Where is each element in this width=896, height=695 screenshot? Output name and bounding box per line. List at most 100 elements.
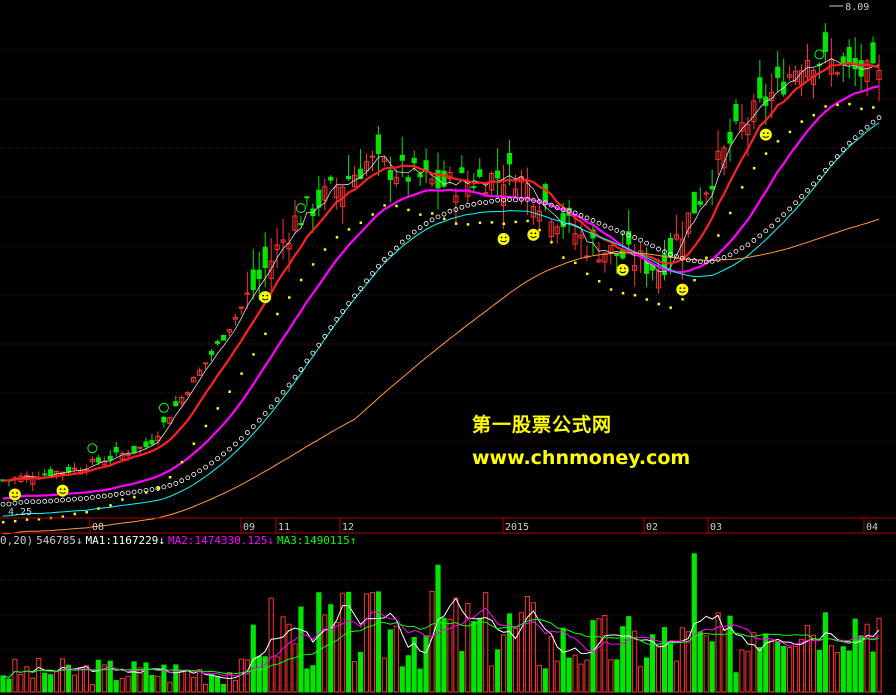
support-dot xyxy=(550,240,553,244)
candle-body xyxy=(316,189,322,208)
volume-bar xyxy=(417,668,423,693)
support-dot xyxy=(681,298,684,301)
support-dot xyxy=(13,519,17,523)
volume-bar xyxy=(775,640,781,693)
trend-circle xyxy=(191,472,197,477)
support-dot xyxy=(109,504,112,507)
trend-circle xyxy=(48,498,54,504)
trend-circle xyxy=(608,225,614,231)
support-dot xyxy=(133,495,136,499)
smiley-eye xyxy=(266,294,269,297)
volume-bar xyxy=(530,602,536,693)
trend-circle xyxy=(125,490,131,496)
moving-average-lines xyxy=(0,58,882,535)
volume-bar xyxy=(131,661,137,693)
volume-bar xyxy=(167,681,173,693)
trend-circle xyxy=(435,214,441,220)
volume-bar xyxy=(399,666,405,693)
trend-circle xyxy=(60,497,65,503)
support-dot xyxy=(717,234,720,237)
signal-circle xyxy=(814,49,825,60)
candle-body xyxy=(262,246,268,269)
trend-circle xyxy=(864,124,870,130)
support-dot xyxy=(347,228,351,231)
trend-circle xyxy=(733,248,739,254)
trend-circle xyxy=(137,488,143,494)
volume-bar xyxy=(638,666,644,693)
trend-circle xyxy=(161,484,167,490)
volume-bar xyxy=(310,665,316,693)
support-dot xyxy=(633,293,637,297)
candle-body xyxy=(220,334,227,341)
volume-bar xyxy=(733,672,739,693)
candle-body xyxy=(775,66,781,78)
candle-body xyxy=(483,192,489,195)
trend-circle xyxy=(238,436,244,441)
candle-body xyxy=(214,341,221,344)
support-dot xyxy=(586,272,589,276)
trend-circle xyxy=(685,257,691,263)
trend-circle xyxy=(870,119,876,125)
candle-body xyxy=(161,416,167,423)
candle-body xyxy=(137,446,143,449)
volume-bar xyxy=(864,623,870,693)
volume-bar xyxy=(644,657,650,693)
support-dot xyxy=(657,302,661,306)
volume-bar xyxy=(77,667,84,693)
trend-circle xyxy=(179,478,185,484)
volume-bar xyxy=(95,659,101,693)
trend-circle xyxy=(89,495,95,500)
volume-bar xyxy=(602,615,608,693)
trend-circle xyxy=(376,263,381,269)
trend-circle xyxy=(411,229,417,235)
volume-bar xyxy=(113,680,119,693)
x-tick-label: 2015 xyxy=(505,522,529,533)
x-tick-label: 02 xyxy=(646,522,658,533)
trend-circle xyxy=(209,460,214,466)
support-dot xyxy=(788,130,792,134)
x-tick-label: 03 xyxy=(710,522,722,533)
volume-bar xyxy=(435,564,441,693)
volume-bar xyxy=(709,641,715,693)
support-dot xyxy=(729,211,732,215)
volume-bar xyxy=(560,628,566,693)
candle-body xyxy=(369,155,376,158)
support-dot xyxy=(645,298,649,301)
watermark-url: www.chnmoney.com xyxy=(472,447,691,469)
trend-circle xyxy=(12,500,18,506)
trend-circle xyxy=(727,252,733,258)
candle-body xyxy=(113,446,119,453)
trend-circle xyxy=(423,221,429,226)
candle-body xyxy=(208,350,215,355)
volume-bar xyxy=(352,661,358,693)
x-tick-label: 04 xyxy=(866,522,878,533)
trend-circle xyxy=(763,228,769,234)
trend-circle xyxy=(370,271,375,276)
trend-circle xyxy=(811,181,816,187)
smiley-eye xyxy=(11,492,14,494)
support-dot xyxy=(538,228,541,232)
candle-body xyxy=(709,185,715,190)
support-dot xyxy=(240,372,243,375)
candle-body xyxy=(346,175,352,180)
volume-bar xyxy=(715,612,721,693)
smiley-eye xyxy=(15,492,18,494)
volume-bar xyxy=(489,665,495,693)
trend-circle xyxy=(358,286,363,291)
volume-bar xyxy=(232,679,238,693)
volume-bar xyxy=(387,629,393,693)
trend-circle xyxy=(18,499,24,505)
trend-circle xyxy=(644,240,650,246)
trend-circle xyxy=(387,251,393,257)
volume-bar xyxy=(697,631,703,693)
trend-circle xyxy=(203,464,209,470)
trend-circle xyxy=(334,316,340,322)
trend-circle xyxy=(781,212,787,218)
smiley-icon xyxy=(616,263,629,276)
candle-body xyxy=(667,237,674,258)
trend-circle xyxy=(262,411,268,416)
volume-bar xyxy=(703,635,709,693)
trend-circle xyxy=(852,135,858,141)
candle-body xyxy=(328,176,334,181)
trend-circle xyxy=(632,235,638,240)
